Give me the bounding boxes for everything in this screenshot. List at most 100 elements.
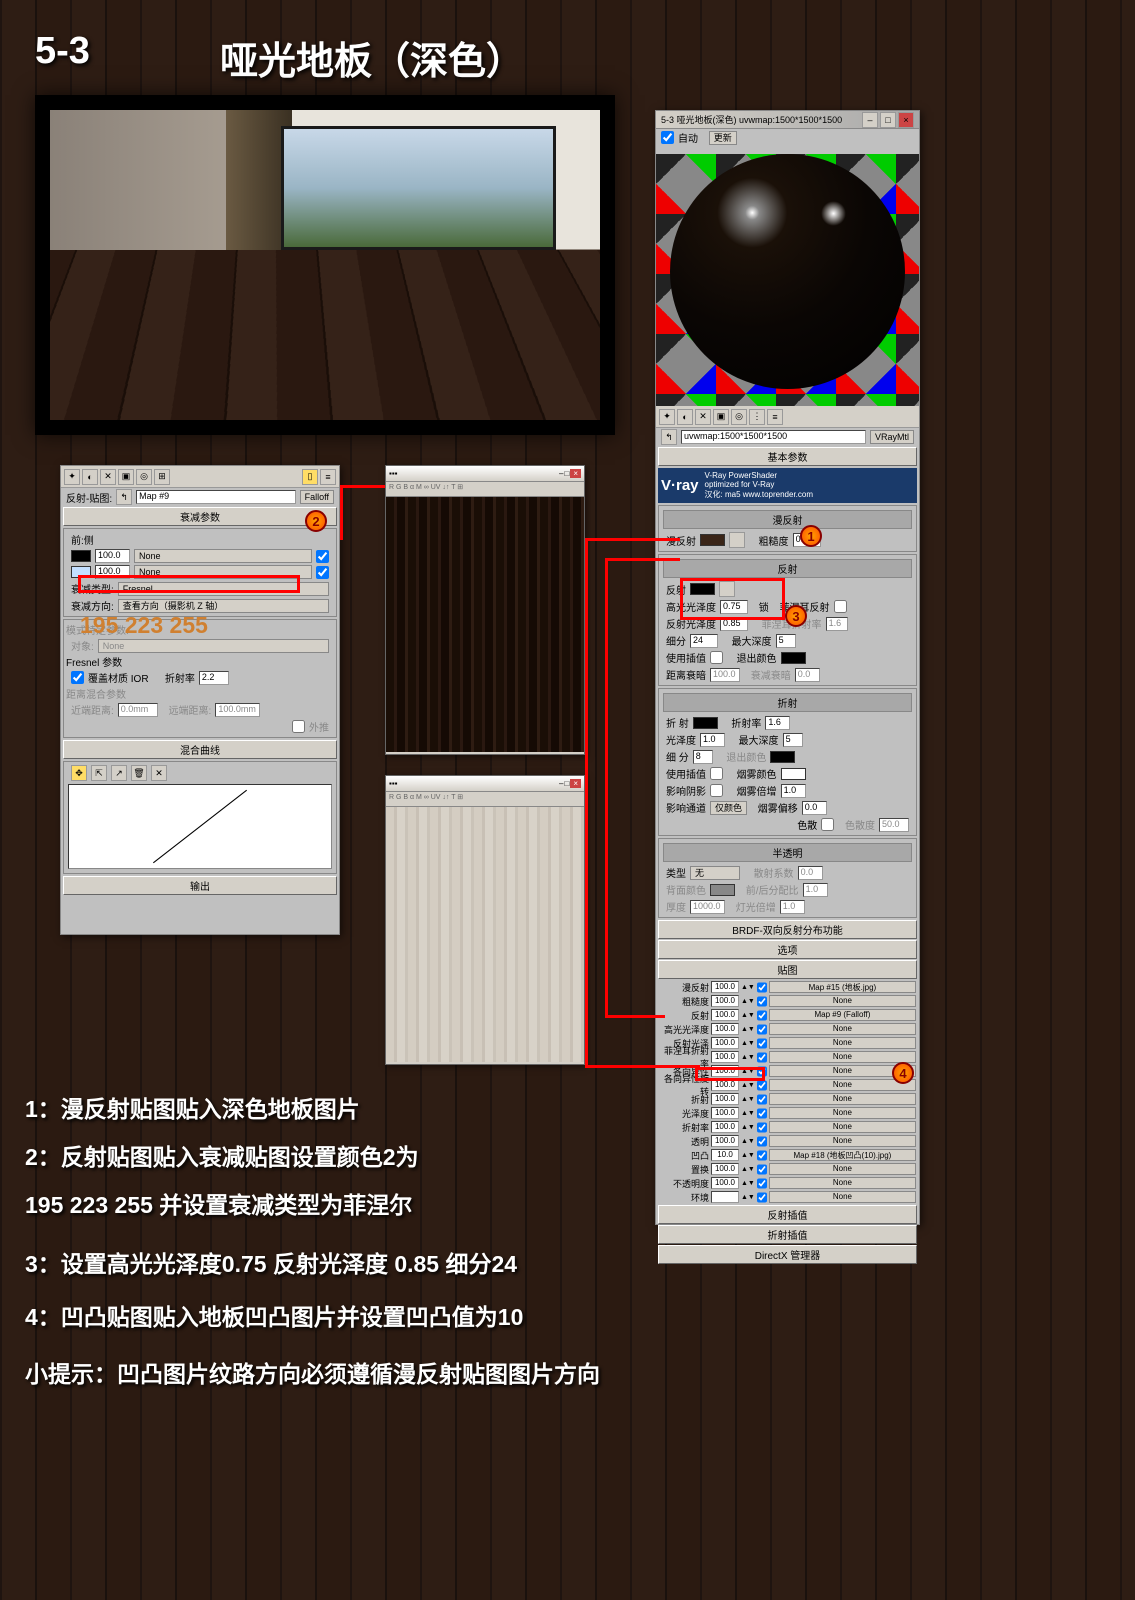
map-spin[interactable]: ▲▼ xyxy=(741,1082,755,1089)
map-btn[interactable]: None xyxy=(769,1163,916,1175)
mat-titlebar[interactable]: 5-3 哑光地板(深色) uvwmap:1500*1500*1500 –□× xyxy=(656,111,919,129)
maps-bar[interactable]: 贴图 xyxy=(658,960,917,979)
map-spin[interactable]: ▲▼ xyxy=(741,1124,755,1131)
diffuse-swatch[interactable] xyxy=(700,534,725,546)
thick-val[interactable]: 1000.0 xyxy=(690,900,725,914)
map-spin[interactable]: ▲▼ xyxy=(741,1152,755,1159)
dx-bar[interactable]: DirectX 管理器 xyxy=(658,1245,917,1264)
map-on[interactable] xyxy=(757,1009,767,1022)
map-val[interactable]: 100.0 xyxy=(711,1163,739,1175)
map-spin[interactable]: ▲▼ xyxy=(741,1180,755,1187)
f-ext-cb[interactable] xyxy=(292,720,305,733)
map-spin[interactable]: ▲▼ xyxy=(741,1096,755,1103)
dim-val[interactable]: 100.0 xyxy=(710,668,740,682)
f-show-icon[interactable]: ◐ xyxy=(82,469,98,485)
f-cb1[interactable] xyxy=(316,550,329,563)
f-ior-val[interactable]: 2.2 xyxy=(199,671,229,685)
map-btn[interactable]: None xyxy=(769,1023,916,1035)
map-spin[interactable]: ▲▼ xyxy=(741,1194,755,1201)
map-btn[interactable]: None xyxy=(769,1037,916,1049)
map-on[interactable] xyxy=(757,1121,767,1134)
f-hilite-icon[interactable]: ▯ xyxy=(302,469,318,485)
map-btn[interactable]: None xyxy=(769,1079,916,1091)
curve-reset-icon[interactable]: ✕ xyxy=(151,765,167,781)
light-wood-texture[interactable] xyxy=(386,807,584,1062)
f-x-icon[interactable]: ✕ xyxy=(100,469,116,485)
map-val[interactable]: 100.0 xyxy=(711,1023,739,1035)
map-val[interactable]: 100.0 xyxy=(711,1177,739,1189)
shadow-check[interactable] xyxy=(710,784,723,797)
rinterp-check[interactable] xyxy=(710,767,723,780)
map-spin[interactable]: ▲▼ xyxy=(741,1138,755,1145)
scat-val[interactable]: 0.0 xyxy=(798,866,823,880)
maxd-val[interactable]: 5 xyxy=(776,634,796,648)
map-val[interactable] xyxy=(711,1191,739,1203)
back-swatch[interactable] xyxy=(710,884,735,896)
map-on[interactable] xyxy=(757,1135,767,1148)
map-spin[interactable]: ▲▼ xyxy=(741,1026,755,1033)
map-on[interactable] xyxy=(757,981,767,994)
go-parent-icon[interactable]: ↰ xyxy=(661,429,677,445)
map-val[interactable]: 100.0 xyxy=(711,1037,739,1049)
map-btn[interactable]: None xyxy=(769,1093,916,1105)
disp-check[interactable] xyxy=(821,818,834,831)
f-obj-btn[interactable]: None xyxy=(98,639,329,653)
map-btn[interactable]: None xyxy=(769,1121,916,1133)
fogb-val[interactable]: 0.0 xyxy=(802,801,827,815)
map-on[interactable] xyxy=(757,1163,767,1176)
fb-val[interactable]: 1.0 xyxy=(803,883,828,897)
rior-val[interactable]: 1.6 xyxy=(765,716,790,730)
map-spin[interactable]: ▲▼ xyxy=(741,1040,755,1047)
map-val[interactable]: 100.0 xyxy=(711,981,739,993)
map-btn[interactable]: Map #15 (地板.jpg) xyxy=(769,981,916,993)
dark-wood-texture[interactable] xyxy=(386,497,584,752)
fres-check[interactable] xyxy=(834,600,847,613)
map-val[interactable]: 10.0 xyxy=(711,1149,739,1161)
curve-add-icon[interactable]: ↗ xyxy=(111,765,127,781)
f-output-hd[interactable]: 输出 xyxy=(63,876,337,895)
curve-canvas[interactable] xyxy=(68,784,332,869)
map-spin[interactable]: ▲▼ xyxy=(741,1012,755,1019)
map-spin[interactable]: ▲▼ xyxy=(741,1110,755,1117)
exit-swatch[interactable] xyxy=(781,652,806,664)
sample-slot[interactable] xyxy=(656,154,919,406)
map-spin[interactable]: ▲▼ xyxy=(741,998,755,1005)
map-spin[interactable]: ▲▼ xyxy=(741,984,755,991)
map-val[interactable]: 100.0 xyxy=(711,1107,739,1119)
map-btn[interactable]: Map #18 (地板凹凸(10).jpg) xyxy=(769,1149,916,1161)
opt-icon[interactable]: ⋮ xyxy=(749,409,765,425)
lm-val[interactable]: 1.0 xyxy=(780,900,805,914)
tree-icon[interactable]: ≡ xyxy=(767,409,783,425)
f-d-icon[interactable]: ≡ xyxy=(320,469,336,485)
mtl-type[interactable]: VRayMtl xyxy=(870,430,914,444)
f-a-icon[interactable]: ▣ xyxy=(118,469,134,485)
f-near-val[interactable]: 0.0mm xyxy=(118,703,158,717)
f-swatch1[interactable] xyxy=(71,550,91,562)
fogc-swatch[interactable] xyxy=(781,768,806,780)
refr-swatch[interactable] xyxy=(693,717,718,729)
light-wood-tb[interactable]: ▪▪▪–□× xyxy=(386,776,584,792)
f-sec-hd[interactable]: 衰减参数 xyxy=(63,507,337,526)
f-mapname[interactable]: Map #9 xyxy=(136,490,296,504)
rsub-val[interactable]: 8 xyxy=(693,750,713,764)
light-wood-menu[interactable]: R G B α M ∞ UV ↓↑ T ⊞ xyxy=(386,792,584,807)
sub-val[interactable]: 24 xyxy=(690,634,718,648)
dimf-val[interactable]: 0.0 xyxy=(795,668,820,682)
auto-check[interactable] xyxy=(661,131,674,144)
map-val[interactable]: 100.0 xyxy=(711,1093,739,1105)
f-c-icon[interactable]: ⊞ xyxy=(154,469,170,485)
fior-val[interactable]: 1.6 xyxy=(826,617,848,631)
f-parent-icon[interactable]: ↰ xyxy=(116,489,132,505)
f-b-icon[interactable]: ◎ xyxy=(136,469,152,485)
map-on[interactable] xyxy=(757,1191,767,1204)
show-icon[interactable]: ◎ xyxy=(731,409,747,425)
map-spin[interactable]: ▲▼ xyxy=(741,1166,755,1173)
map-val[interactable]: 100.0 xyxy=(711,1009,739,1021)
pick-icon[interactable]: ✦ xyxy=(659,409,675,425)
map-val[interactable]: 100.0 xyxy=(711,1121,739,1133)
f-pick-icon[interactable]: ✦ xyxy=(64,469,80,485)
map-spin[interactable]: ▲▼ xyxy=(741,1054,755,1061)
obj-name[interactable]: uvwmap:1500*1500*1500 xyxy=(681,430,866,444)
ttype-sel[interactable]: 无 xyxy=(690,866,740,880)
map-on[interactable] xyxy=(757,1177,767,1190)
